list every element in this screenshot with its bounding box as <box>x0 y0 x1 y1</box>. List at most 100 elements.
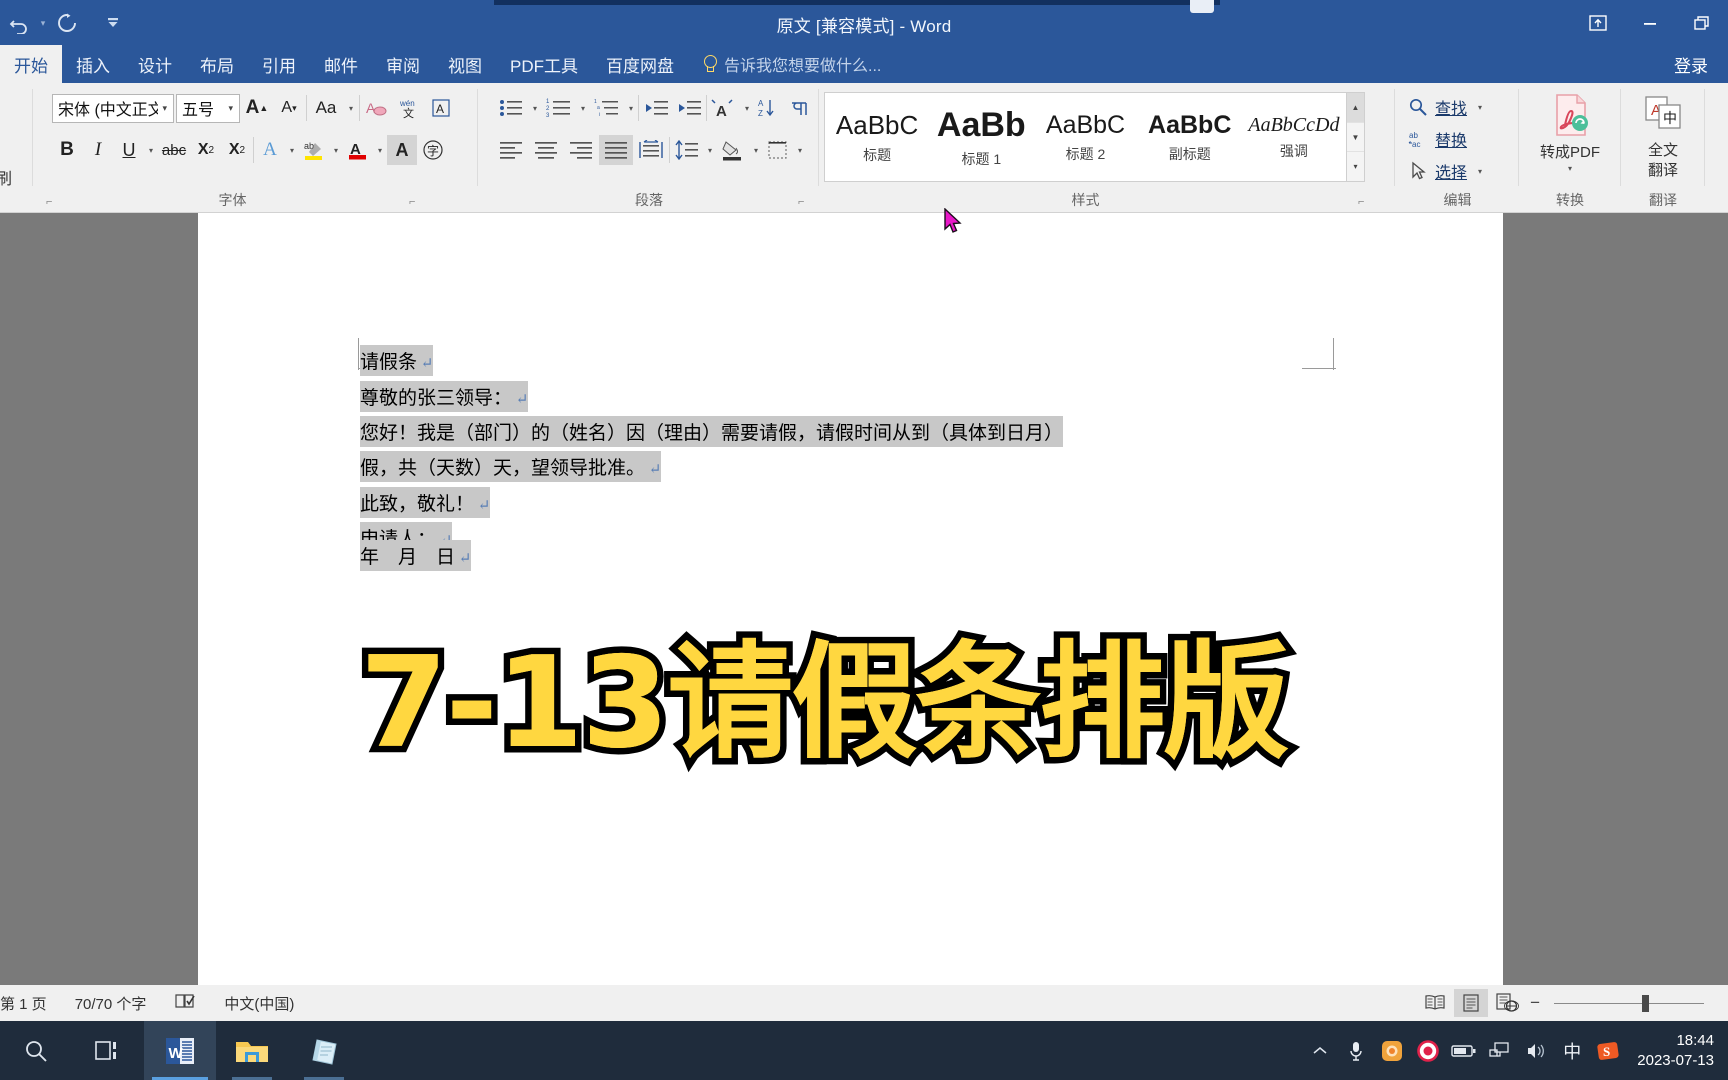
volume-icon[interactable] <box>1523 1038 1549 1064</box>
tab-references[interactable]: 引用 <box>248 45 310 83</box>
status-page[interactable]: 第 1 页 <box>0 993 61 1014</box>
tab-baidu-netdisk[interactable]: 百度网盘 <box>592 45 688 83</box>
show-formatting-marks-icon[interactable] <box>785 93 815 123</box>
font-dialog-launcher[interactable]: ⌐ <box>409 197 421 209</box>
change-case-caret-icon[interactable]: ▾ <box>345 104 357 113</box>
task-view-icon[interactable] <box>72 1021 144 1080</box>
document-line[interactable]: 此致，敬礼！ ↵ <box>360 487 491 518</box>
taskbar-file-explorer-button[interactable] <box>216 1021 288 1080</box>
chevron-up-icon[interactable] <box>1307 1038 1333 1064</box>
style-item-title[interactable]: AaBbC 标题 <box>825 93 929 181</box>
record-icon[interactable] <box>1415 1038 1441 1064</box>
line-spacing-icon[interactable] <box>671 135 703 165</box>
borders-caret-icon[interactable]: ▾ <box>794 146 806 155</box>
web-layout-button[interactable] <box>1490 989 1524 1017</box>
decrease-indent-icon[interactable] <box>640 93 672 123</box>
app-orange-icon[interactable] <box>1379 1038 1405 1064</box>
font-name-caret-icon[interactable]: ▾ <box>158 103 171 114</box>
strikethrough-button[interactable]: abc <box>158 135 190 165</box>
zoom-out-icon[interactable]: − <box>1526 993 1544 1013</box>
ime-chinese-icon[interactable]: 中 <box>1559 1038 1585 1064</box>
styles-dialog-launcher[interactable]: ⌐ <box>1358 197 1370 209</box>
search-icon[interactable] <box>0 1021 72 1080</box>
tab-layout[interactable]: 布局 <box>186 45 248 83</box>
multilevel-list-icon[interactable]: 1ai <box>590 93 624 123</box>
read-mode-button[interactable] <box>1418 989 1452 1017</box>
taskbar-clock[interactable]: 18:44 2023-07-13 <box>1631 1031 1718 1071</box>
style-item-heading-1[interactable]: AaBb 标题 1 <box>929 93 1033 181</box>
save-to-baidu-button[interactable]: 保存到 百度网盘 <box>1708 87 1728 178</box>
enclose-character-icon[interactable]: 字 <box>418 135 448 165</box>
align-center-icon[interactable] <box>529 135 563 165</box>
gallery-more-icon[interactable]: ▾ <box>1347 152 1364 181</box>
style-item-heading-2[interactable]: AaBbC 标题 2 <box>1033 93 1137 181</box>
taskbar-word-button[interactable]: W <box>144 1021 216 1080</box>
minimize-icon[interactable] <box>1624 0 1676 45</box>
sort-icon[interactable]: AZ <box>754 93 784 123</box>
asian-layout-icon[interactable]: A <box>708 93 740 123</box>
zoom-slider[interactable]: − <box>1526 993 1714 1013</box>
select-button[interactable]: 选择 ▾ <box>1408 155 1486 187</box>
ribbon-display-options-icon[interactable] <box>1572 0 1624 45</box>
document-area[interactable]: 请假条 ↵ 尊敬的张三领导： ↵ 您好！我是（部门）的（姓名）因（理由）需要请假… <box>0 213 1728 985</box>
status-proofing[interactable] <box>160 992 210 1014</box>
borders-icon[interactable] <box>763 135 793 165</box>
cut-button[interactable]: 剪切 <box>0 95 12 123</box>
numbering-icon[interactable]: 123 <box>542 93 576 123</box>
tab-design[interactable]: 设计 <box>124 45 186 83</box>
status-language[interactable]: 中文(中国) <box>210 993 308 1014</box>
font-color-icon[interactable]: A <box>343 135 373 165</box>
text-effects-icon[interactable]: A <box>255 135 285 165</box>
sogou-icon[interactable]: S <box>1595 1038 1621 1064</box>
align-right-icon[interactable] <box>564 135 598 165</box>
zoom-track[interactable] <box>1554 994 1704 1012</box>
shading-icon[interactable] <box>717 135 749 165</box>
text-effects-caret-icon[interactable]: ▾ <box>286 146 298 155</box>
document-line[interactable]: 年 月 日 ↵ <box>360 540 472 571</box>
bold-button[interactable]: B <box>52 135 82 165</box>
asian-layout-caret-icon[interactable]: ▾ <box>741 104 753 113</box>
superscript-button[interactable]: X2 <box>222 135 252 165</box>
styles-gallery-scroller[interactable]: ▲ ▼ ▾ <box>1347 92 1365 182</box>
tab-mailings[interactable]: 邮件 <box>310 45 372 83</box>
bullets-caret-icon[interactable]: ▾ <box>529 104 541 113</box>
paragraph-dialog-launcher[interactable]: ⌐ <box>798 197 810 209</box>
document-line[interactable]: 您好！我是（部门）的（姓名）因（理由）需要请假，请假时间从到（具体到日月） <box>360 416 1064 447</box>
subscript-button[interactable]: X2 <box>191 135 221 165</box>
font-name-box[interactable]: 宋体 (中文正文) ▾ <box>52 93 174 123</box>
restore-icon[interactable] <box>1676 0 1728 45</box>
status-word-count[interactable]: 70/70 个字 <box>61 993 161 1014</box>
font-color-caret-icon[interactable]: ▾ <box>374 146 386 155</box>
text-highlight-icon[interactable]: ab <box>299 135 329 165</box>
convert-to-pdf-button[interactable]: 转成PDF ▾ <box>1531 87 1609 173</box>
microphone-icon[interactable] <box>1343 1038 1369 1064</box>
font-size-caret-icon[interactable]: ▾ <box>224 103 237 114</box>
character-shading-icon[interactable]: A <box>387 135 417 165</box>
increase-indent-icon[interactable] <box>673 93 705 123</box>
underline-caret-icon[interactable]: ▾ <box>145 146 157 155</box>
network-icon[interactable] <box>1487 1038 1513 1064</box>
select-caret-icon[interactable]: ▾ <box>1474 167 1486 176</box>
find-button[interactable]: 查找 ▾ <box>1408 91 1486 123</box>
shrink-font-icon[interactable]: A ▾ <box>274 93 304 123</box>
character-border-icon[interactable]: A <box>426 93 456 123</box>
tab-pdf-tools[interactable]: PDF工具 <box>496 45 592 83</box>
distribute-icon[interactable] <box>634 135 668 165</box>
tell-me-box[interactable]: 告诉我您想要做什么... <box>688 45 881 83</box>
line-spacing-caret-icon[interactable]: ▾ <box>704 146 716 155</box>
phonetic-guide-icon[interactable]: wén 文 <box>394 93 424 123</box>
multilevel-list-caret-icon[interactable]: ▾ <box>625 104 637 113</box>
grow-font-icon[interactable]: A ▲ <box>242 93 272 123</box>
copy-button[interactable]: 复制 <box>0 129 12 157</box>
zoom-thumb[interactable] <box>1642 994 1649 1012</box>
gallery-scroll-down-icon[interactable]: ▼ <box>1347 123 1364 153</box>
find-caret-icon[interactable]: ▾ <box>1474 103 1486 112</box>
font-size-box[interactable]: 五号 ▾ <box>176 93 240 123</box>
italic-button[interactable]: I <box>83 135 113 165</box>
justify-icon[interactable] <box>599 135 633 165</box>
battery-icon[interactable] <box>1451 1038 1477 1064</box>
sign-in-button[interactable]: 登录 <box>1674 45 1728 83</box>
taskbar-notepad-button[interactable] <box>288 1021 360 1080</box>
clear-formatting-icon[interactable]: A <box>362 93 392 123</box>
text-highlight-caret-icon[interactable]: ▾ <box>330 146 342 155</box>
